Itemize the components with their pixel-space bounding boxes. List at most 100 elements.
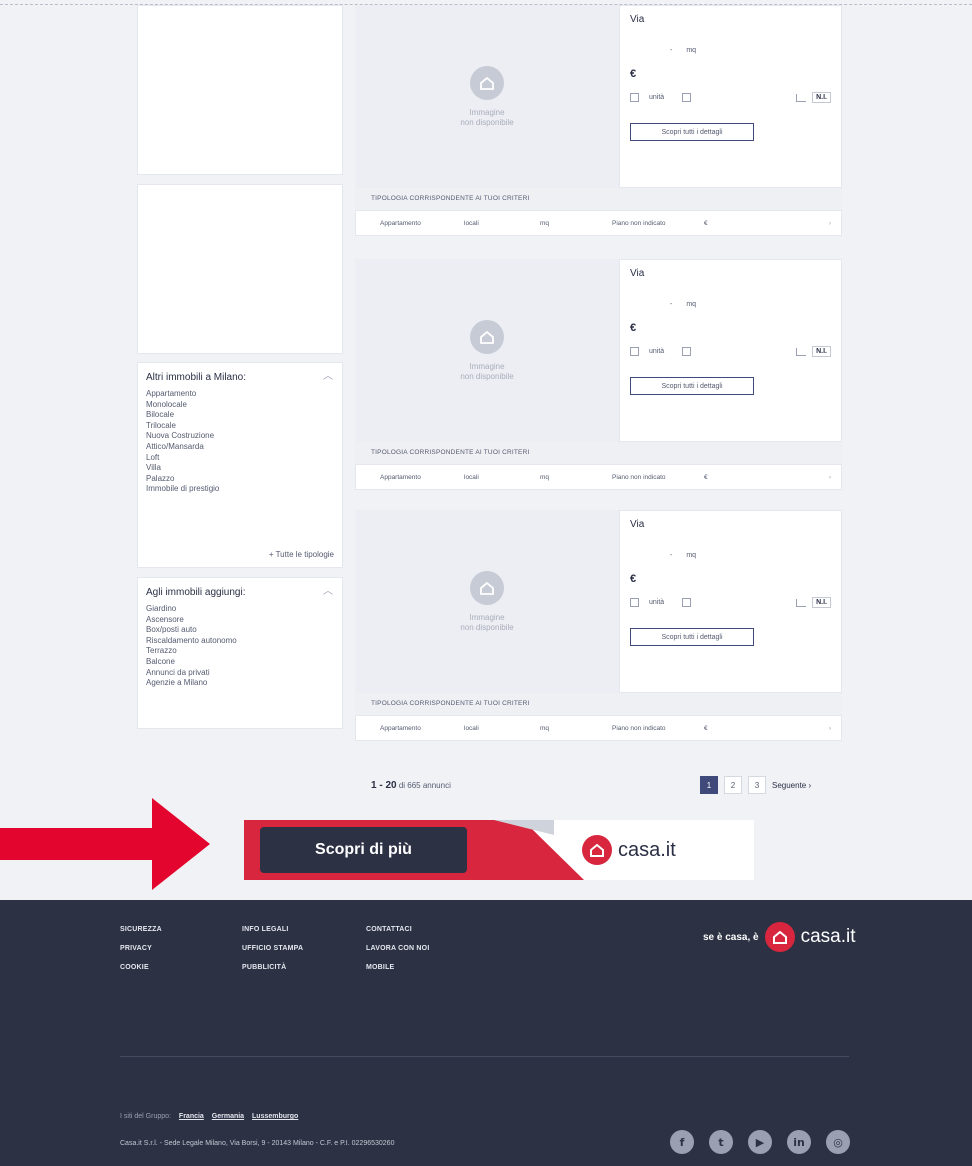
twitter-icon[interactable]: t	[709, 1130, 733, 1154]
house-logo-icon	[582, 835, 612, 865]
listing-street: Via	[630, 519, 645, 530]
property-type-link[interactable]: Appartamento	[146, 389, 334, 400]
promo-banner[interactable]: Scopri di più casa.it	[244, 820, 754, 880]
next-page-link[interactable]: Seguente ›	[772, 781, 811, 790]
energy-icon	[796, 598, 807, 607]
no-image-text: Immagine non disponibile	[460, 107, 514, 127]
ad-placeholder	[137, 184, 343, 354]
feature-link[interactable]: Box/posti auto	[146, 625, 334, 636]
chevron-right-icon[interactable]: ›	[829, 474, 831, 481]
listing-street: Via	[630, 268, 645, 279]
property-type-link[interactable]: Nuova Costruzione	[146, 431, 334, 442]
group-site-link[interactable]: Lussemburgo	[252, 1113, 298, 1120]
listing-price: €	[630, 68, 637, 80]
footer-link-legal[interactable]: INFO LEGALI	[242, 926, 366, 933]
building-icon	[630, 347, 639, 356]
listing-image-placeholder[interactable]: Immagine non disponibile	[355, 259, 619, 442]
listing-details: Via - mq € unità N.I. Scopri tutti i dett…	[619, 259, 842, 442]
building-icon	[630, 598, 639, 607]
criteria-row[interactable]: Appartamento locali mq Piano non indicat…	[355, 210, 842, 236]
chevron-right-icon[interactable]: ›	[829, 725, 831, 732]
listing-image-placeholder[interactable]: Immagine non disponibile	[355, 5, 619, 188]
footer: SICUREZZA INFO LEGALI CONTATTACI PRIVACY…	[0, 900, 972, 1166]
youtube-icon[interactable]: ▶	[748, 1130, 772, 1154]
units-label: unità	[649, 599, 665, 606]
feature-link[interactable]: Giardino	[146, 604, 334, 615]
feature-link[interactable]: Riscaldamento autonomo	[146, 636, 334, 647]
criteria-row[interactable]: Appartamento locali mq Piano non indicat…	[355, 715, 842, 741]
linkedin-icon[interactable]: in	[787, 1130, 811, 1154]
results-count: 1 - 20 di 665 annunci	[371, 780, 451, 791]
social-links: f t ▶ in ◎	[670, 1130, 865, 1154]
group-site-link[interactable]: Francia	[179, 1113, 204, 1120]
property-type-link[interactable]: Monolocale	[146, 400, 334, 411]
red-arrow-icon	[0, 798, 210, 890]
criteria-size: mq	[540, 724, 550, 732]
listing-image-placeholder[interactable]: Immagine non disponibile	[355, 510, 619, 693]
listing-price: €	[630, 573, 637, 585]
group-sites: I siti del Gruppo: Francia Germania Luss…	[120, 1113, 299, 1120]
feature-link[interactable]: Balcone	[146, 657, 334, 668]
footer-link-privacy[interactable]: PRIVACY	[120, 945, 242, 952]
footer-link-mobile[interactable]: MOBILE	[366, 964, 486, 971]
property-type-link[interactable]: Trilocale	[146, 421, 334, 432]
details-button[interactable]: Scopri tutti i dettagli	[630, 377, 754, 395]
page-button-2[interactable]: 2	[724, 776, 742, 794]
no-image-text: Immagine non disponibile	[460, 361, 514, 381]
property-type-link[interactable]: Bilocale	[146, 410, 334, 421]
units-label: unità	[649, 348, 665, 355]
criteria-price: €	[704, 724, 708, 732]
home-icon	[470, 570, 504, 605]
chevron-up-icon[interactable]: ︿	[322, 586, 334, 598]
listing-card[interactable]: Immagine non disponibile Via - mq € unità …	[355, 5, 842, 236]
instagram-icon[interactable]: ◎	[826, 1130, 850, 1154]
footer-link-contact[interactable]: CONTATTACI	[366, 926, 486, 933]
criteria-type: Appartamento	[380, 724, 421, 732]
footer-link-advertising[interactable]: PUBBLICITÀ	[242, 964, 366, 971]
chevron-up-icon[interactable]: ︿	[322, 371, 334, 383]
details-button[interactable]: Scopri tutti i dettagli	[630, 628, 754, 646]
footer-link-security[interactable]: SICUREZZA	[120, 926, 242, 933]
facebook-icon[interactable]: f	[670, 1130, 694, 1154]
criteria-rooms: locali	[464, 724, 479, 732]
property-type-link[interactable]: Attico/Mansarda	[146, 442, 334, 453]
listing-price: €	[630, 322, 637, 334]
feature-link[interactable]: Agenzie a Milano	[146, 678, 334, 689]
listing-size: - mq	[670, 301, 697, 308]
panel-title: Agli immobili aggiungi:	[146, 586, 246, 598]
page-button-3[interactable]: 3	[748, 776, 766, 794]
criteria-price: €	[704, 219, 708, 227]
footer-links: SICUREZZA INFO LEGALI CONTATTACI PRIVACY…	[120, 926, 486, 971]
listing-card[interactable]: Immagine non disponibile Via - mq € unità …	[355, 259, 842, 490]
listing-size: - mq	[670, 552, 697, 559]
page-button-1[interactable]: 1	[700, 776, 718, 794]
chevron-right-icon[interactable]: ›	[829, 220, 831, 227]
footer-logo[interactable]: se è casa, è casa.it	[703, 922, 856, 952]
energy-icon	[796, 93, 807, 102]
criteria-row[interactable]: Appartamento locali mq Piano non indicat…	[355, 464, 842, 490]
all-types-link[interactable]: + Tutte le tipologie	[269, 550, 334, 559]
criteria-price: €	[704, 473, 708, 481]
property-type-link[interactable]: Palazzo	[146, 474, 334, 485]
group-site-link[interactable]: Germania	[212, 1113, 244, 1120]
discover-more-button[interactable]: Scopri di più	[260, 827, 467, 873]
criteria-rooms: locali	[464, 473, 479, 481]
house-logo-icon	[764, 922, 795, 952]
footer-link-careers[interactable]: LAVORA CON NOI	[366, 945, 486, 952]
listing-features: unità N.I.	[630, 92, 831, 103]
criteria-size: mq	[540, 473, 550, 481]
feature-link[interactable]: Annunci da privati	[146, 668, 334, 679]
footer-link-press[interactable]: UFFICIO STAMPA	[242, 945, 366, 952]
property-type-link[interactable]: Loft	[146, 453, 334, 464]
units-label: unità	[649, 94, 665, 101]
details-button[interactable]: Scopri tutti i dettagli	[630, 123, 754, 141]
banner-logo: casa.it	[582, 835, 676, 865]
listing-card[interactable]: Immagine non disponibile Via - mq € unità …	[355, 510, 842, 741]
property-type-link[interactable]: Villa	[146, 463, 334, 474]
feature-link[interactable]: Ascensore	[146, 615, 334, 626]
ad-placeholder	[137, 5, 343, 175]
footer-link-cookie[interactable]: COOKIE	[120, 964, 242, 971]
calendar-icon	[682, 598, 692, 607]
property-type-link[interactable]: Immobile di prestigio	[146, 484, 334, 495]
feature-link[interactable]: Terrazzo	[146, 646, 334, 657]
